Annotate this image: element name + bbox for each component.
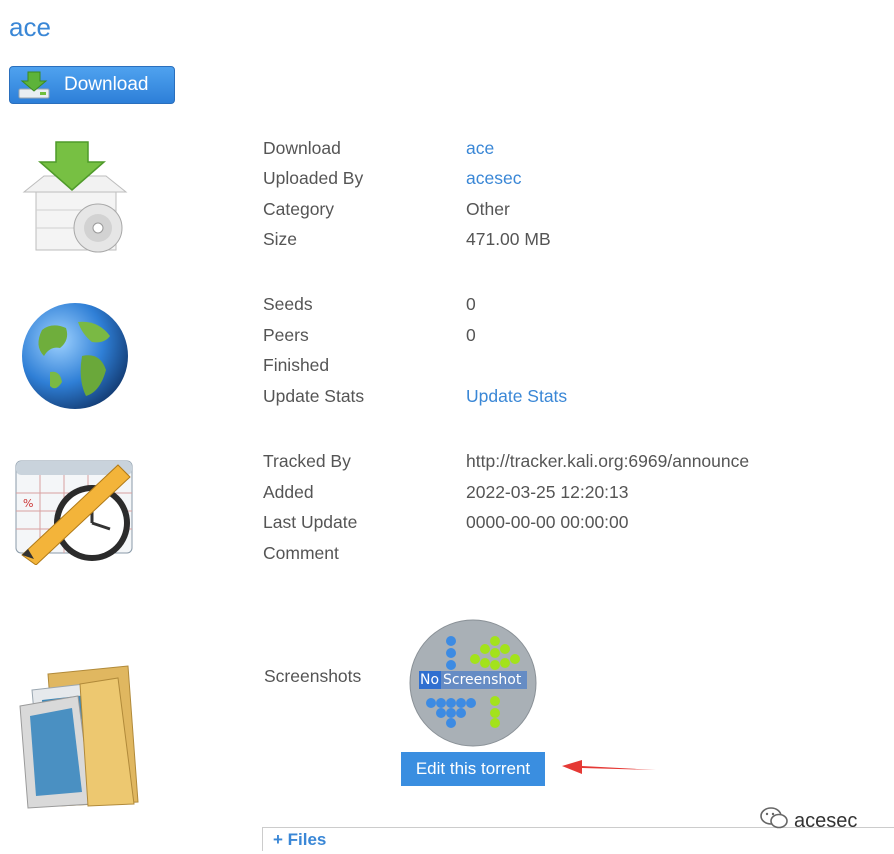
category-value: Other: [466, 199, 510, 219]
tracked-by-label: Tracked By: [263, 451, 351, 471]
size-value: 471.00 MB: [466, 229, 551, 249]
screenshots-label: Screenshots: [264, 666, 362, 686]
peers-value: 0: [466, 325, 476, 345]
watermark: acesec: [760, 806, 857, 836]
files-toggle[interactable]: + Files: [273, 830, 326, 850]
svg-text:%: %: [23, 497, 33, 510]
uploaded-by-label: Uploaded By: [263, 168, 364, 188]
last-update-label: Last Update: [263, 512, 358, 532]
category-label: Category: [263, 199, 335, 219]
added-value: 2022-03-25 12:20:13: [466, 482, 629, 502]
comment-label: Comment: [263, 543, 339, 563]
globe-icon: [20, 300, 130, 417]
no-screenshot-text-shot: Screenshot: [443, 672, 522, 688]
download-icon: [16, 70, 52, 105]
download-button[interactable]: Download: [9, 66, 175, 104]
no-screenshot-image: No Screenshot: [409, 619, 537, 747]
tracked-by-value: http://tracker.kali.org:6969/announce: [466, 451, 750, 471]
package-icon: [14, 140, 134, 260]
arrow-left-icon: [560, 756, 660, 783]
download-label: Download: [263, 138, 341, 158]
size-label: Size: [263, 229, 298, 249]
update-stats-link[interactable]: Update Stats: [466, 386, 567, 406]
last-update-value: 0000-00-00 00:00:00: [466, 512, 629, 532]
page-title: ace: [9, 12, 51, 42]
added-label: Added: [263, 482, 314, 502]
peers-label: Peers: [263, 325, 309, 345]
edit-torrent-button[interactable]: Edit this torrent: [401, 752, 545, 786]
download-button-label: Download: [64, 74, 149, 95]
download-link[interactable]: ace: [466, 138, 494, 158]
update-stats-label: Update Stats: [263, 386, 365, 406]
seeds-label: Seeds: [263, 294, 313, 314]
wechat-icon: [760, 806, 788, 836]
uploader-link[interactable]: acesec: [466, 168, 521, 188]
finished-label: Finished: [263, 355, 330, 375]
calendar-clock-icon: %: [14, 455, 136, 570]
watermark-text: acesec: [794, 809, 858, 832]
folder-pictures-icon: [18, 664, 142, 814]
seeds-value: 0: [466, 294, 476, 314]
no-screenshot-text-no: No: [420, 672, 440, 688]
